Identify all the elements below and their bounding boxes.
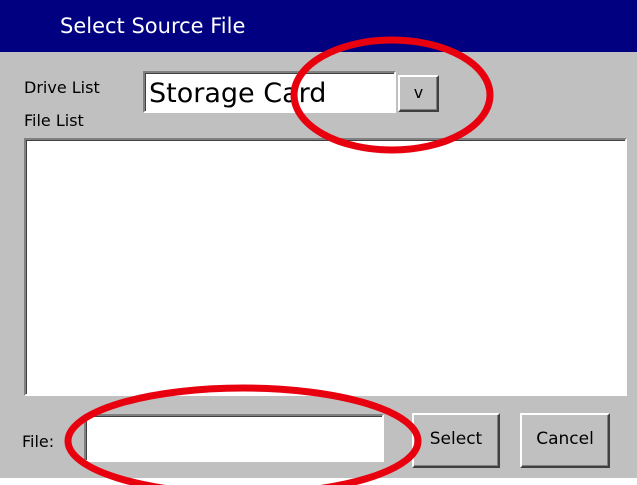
drive-dropdown-button[interactable]: v (398, 75, 439, 112)
title-bar: Select Source File (0, 0, 637, 52)
cancel-button[interactable]: Cancel (520, 413, 610, 468)
file-list-label: File List (24, 111, 84, 130)
dialog-title: Select Source File (60, 14, 246, 38)
drive-list-label: Drive List (24, 78, 100, 97)
select-source-file-dialog: Select Source File Drive List File List … (0, 0, 637, 478)
file-list-box[interactable] (24, 138, 627, 396)
file-field-label: File: (22, 432, 55, 451)
drive-selected-value: Storage Card (149, 78, 327, 109)
drive-list-select[interactable]: Storage Card (143, 71, 396, 113)
select-button[interactable]: Select (412, 413, 500, 468)
file-name-input[interactable] (84, 414, 384, 462)
chevron-down-icon: v (413, 83, 424, 102)
